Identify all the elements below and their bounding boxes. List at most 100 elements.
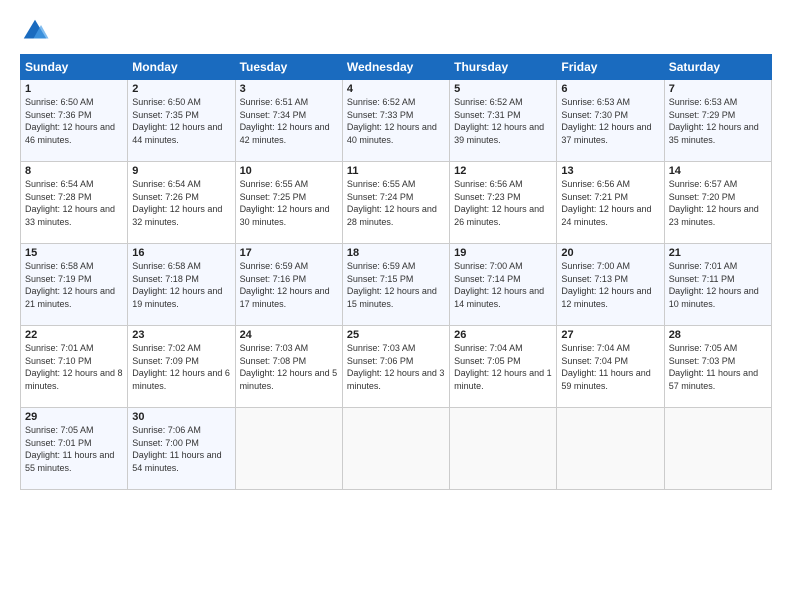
day-number: 24: [240, 329, 338, 341]
weekday-header-wednesday: Wednesday: [342, 55, 449, 80]
day-number: 12: [454, 165, 552, 177]
calendar-cell: 16Sunrise: 6:58 AMSunset: 7:18 PMDayligh…: [128, 244, 235, 326]
weekday-header-friday: Friday: [557, 55, 664, 80]
weekday-header-row: SundayMondayTuesdayWednesdayThursdayFrid…: [21, 55, 772, 80]
day-number: 9: [132, 165, 230, 177]
logo: [20, 16, 54, 46]
day-info: Sunrise: 7:04 AMSunset: 7:04 PMDaylight:…: [561, 342, 659, 392]
weekday-header-sunday: Sunday: [21, 55, 128, 80]
calendar-week-row: 29Sunrise: 7:05 AMSunset: 7:01 PMDayligh…: [21, 408, 772, 490]
calendar-cell: 24Sunrise: 7:03 AMSunset: 7:08 PMDayligh…: [235, 326, 342, 408]
calendar-cell: 27Sunrise: 7:04 AMSunset: 7:04 PMDayligh…: [557, 326, 664, 408]
calendar-cell: 15Sunrise: 6:58 AMSunset: 7:19 PMDayligh…: [21, 244, 128, 326]
day-info: Sunrise: 6:54 AMSunset: 7:26 PMDaylight:…: [132, 178, 230, 228]
calendar-cell: 1Sunrise: 6:50 AMSunset: 7:36 PMDaylight…: [21, 80, 128, 162]
day-number: 6: [561, 83, 659, 95]
day-number: 29: [25, 411, 123, 423]
calendar-week-row: 1Sunrise: 6:50 AMSunset: 7:36 PMDaylight…: [21, 80, 772, 162]
calendar-cell: [235, 408, 342, 490]
day-number: 3: [240, 83, 338, 95]
calendar-cell: 19Sunrise: 7:00 AMSunset: 7:14 PMDayligh…: [450, 244, 557, 326]
calendar-cell: 30Sunrise: 7:06 AMSunset: 7:00 PMDayligh…: [128, 408, 235, 490]
calendar-cell: 6Sunrise: 6:53 AMSunset: 7:30 PMDaylight…: [557, 80, 664, 162]
day-info: Sunrise: 6:52 AMSunset: 7:31 PMDaylight:…: [454, 96, 552, 146]
day-info: Sunrise: 6:53 AMSunset: 7:30 PMDaylight:…: [561, 96, 659, 146]
weekday-header-monday: Monday: [128, 55, 235, 80]
calendar-cell: [450, 408, 557, 490]
day-number: 30: [132, 411, 230, 423]
calendar-cell: 9Sunrise: 6:54 AMSunset: 7:26 PMDaylight…: [128, 162, 235, 244]
day-info: Sunrise: 6:55 AMSunset: 7:25 PMDaylight:…: [240, 178, 338, 228]
day-number: 23: [132, 329, 230, 341]
day-number: 11: [347, 165, 445, 177]
day-number: 16: [132, 247, 230, 259]
day-info: Sunrise: 6:51 AMSunset: 7:34 PMDaylight:…: [240, 96, 338, 146]
weekday-header-tuesday: Tuesday: [235, 55, 342, 80]
day-info: Sunrise: 6:58 AMSunset: 7:19 PMDaylight:…: [25, 260, 123, 310]
day-number: 19: [454, 247, 552, 259]
calendar-cell: 17Sunrise: 6:59 AMSunset: 7:16 PMDayligh…: [235, 244, 342, 326]
day-info: Sunrise: 7:03 AMSunset: 7:08 PMDaylight:…: [240, 342, 338, 392]
day-info: Sunrise: 6:57 AMSunset: 7:20 PMDaylight:…: [669, 178, 767, 228]
calendar-cell: [664, 408, 771, 490]
calendar-cell: 11Sunrise: 6:55 AMSunset: 7:24 PMDayligh…: [342, 162, 449, 244]
day-info: Sunrise: 7:02 AMSunset: 7:09 PMDaylight:…: [132, 342, 230, 392]
calendar-cell: 7Sunrise: 6:53 AMSunset: 7:29 PMDaylight…: [664, 80, 771, 162]
page-header: [20, 16, 772, 46]
day-number: 8: [25, 165, 123, 177]
calendar-cell: 28Sunrise: 7:05 AMSunset: 7:03 PMDayligh…: [664, 326, 771, 408]
day-number: 20: [561, 247, 659, 259]
day-number: 7: [669, 83, 767, 95]
day-number: 2: [132, 83, 230, 95]
calendar-cell: 18Sunrise: 6:59 AMSunset: 7:15 PMDayligh…: [342, 244, 449, 326]
calendar-week-row: 15Sunrise: 6:58 AMSunset: 7:19 PMDayligh…: [21, 244, 772, 326]
weekday-header-thursday: Thursday: [450, 55, 557, 80]
day-number: 18: [347, 247, 445, 259]
calendar-cell: 14Sunrise: 6:57 AMSunset: 7:20 PMDayligh…: [664, 162, 771, 244]
calendar-cell: 26Sunrise: 7:04 AMSunset: 7:05 PMDayligh…: [450, 326, 557, 408]
day-info: Sunrise: 7:05 AMSunset: 7:03 PMDaylight:…: [669, 342, 767, 392]
day-info: Sunrise: 6:59 AMSunset: 7:15 PMDaylight:…: [347, 260, 445, 310]
day-number: 27: [561, 329, 659, 341]
calendar-cell: [342, 408, 449, 490]
day-number: 28: [669, 329, 767, 341]
day-info: Sunrise: 7:03 AMSunset: 7:06 PMDaylight:…: [347, 342, 445, 392]
day-info: Sunrise: 6:56 AMSunset: 7:21 PMDaylight:…: [561, 178, 659, 228]
calendar-cell: 20Sunrise: 7:00 AMSunset: 7:13 PMDayligh…: [557, 244, 664, 326]
calendar-cell: 21Sunrise: 7:01 AMSunset: 7:11 PMDayligh…: [664, 244, 771, 326]
calendar-cell: 4Sunrise: 6:52 AMSunset: 7:33 PMDaylight…: [342, 80, 449, 162]
day-info: Sunrise: 6:50 AMSunset: 7:35 PMDaylight:…: [132, 96, 230, 146]
calendar-cell: 29Sunrise: 7:05 AMSunset: 7:01 PMDayligh…: [21, 408, 128, 490]
day-number: 13: [561, 165, 659, 177]
day-info: Sunrise: 6:53 AMSunset: 7:29 PMDaylight:…: [669, 96, 767, 146]
day-number: 15: [25, 247, 123, 259]
calendar-cell: 22Sunrise: 7:01 AMSunset: 7:10 PMDayligh…: [21, 326, 128, 408]
calendar-cell: 8Sunrise: 6:54 AMSunset: 7:28 PMDaylight…: [21, 162, 128, 244]
day-info: Sunrise: 6:59 AMSunset: 7:16 PMDaylight:…: [240, 260, 338, 310]
day-number: 14: [669, 165, 767, 177]
day-info: Sunrise: 7:01 AMSunset: 7:10 PMDaylight:…: [25, 342, 123, 392]
day-info: Sunrise: 6:52 AMSunset: 7:33 PMDaylight:…: [347, 96, 445, 146]
day-info: Sunrise: 7:05 AMSunset: 7:01 PMDaylight:…: [25, 424, 123, 474]
weekday-header-saturday: Saturday: [664, 55, 771, 80]
calendar-cell: 2Sunrise: 6:50 AMSunset: 7:35 PMDaylight…: [128, 80, 235, 162]
day-number: 22: [25, 329, 123, 341]
calendar-cell: 13Sunrise: 6:56 AMSunset: 7:21 PMDayligh…: [557, 162, 664, 244]
calendar-cell: 10Sunrise: 6:55 AMSunset: 7:25 PMDayligh…: [235, 162, 342, 244]
calendar-week-row: 8Sunrise: 6:54 AMSunset: 7:28 PMDaylight…: [21, 162, 772, 244]
calendar-cell: [557, 408, 664, 490]
day-info: Sunrise: 6:50 AMSunset: 7:36 PMDaylight:…: [25, 96, 123, 146]
calendar-cell: 25Sunrise: 7:03 AMSunset: 7:06 PMDayligh…: [342, 326, 449, 408]
calendar-cell: 12Sunrise: 6:56 AMSunset: 7:23 PMDayligh…: [450, 162, 557, 244]
day-number: 10: [240, 165, 338, 177]
calendar-cell: 23Sunrise: 7:02 AMSunset: 7:09 PMDayligh…: [128, 326, 235, 408]
day-number: 5: [454, 83, 552, 95]
day-info: Sunrise: 6:56 AMSunset: 7:23 PMDaylight:…: [454, 178, 552, 228]
day-number: 25: [347, 329, 445, 341]
day-info: Sunrise: 7:04 AMSunset: 7:05 PMDaylight:…: [454, 342, 552, 392]
day-info: Sunrise: 7:00 AMSunset: 7:13 PMDaylight:…: [561, 260, 659, 310]
day-info: Sunrise: 7:00 AMSunset: 7:14 PMDaylight:…: [454, 260, 552, 310]
day-info: Sunrise: 6:54 AMSunset: 7:28 PMDaylight:…: [25, 178, 123, 228]
day-number: 17: [240, 247, 338, 259]
day-number: 21: [669, 247, 767, 259]
